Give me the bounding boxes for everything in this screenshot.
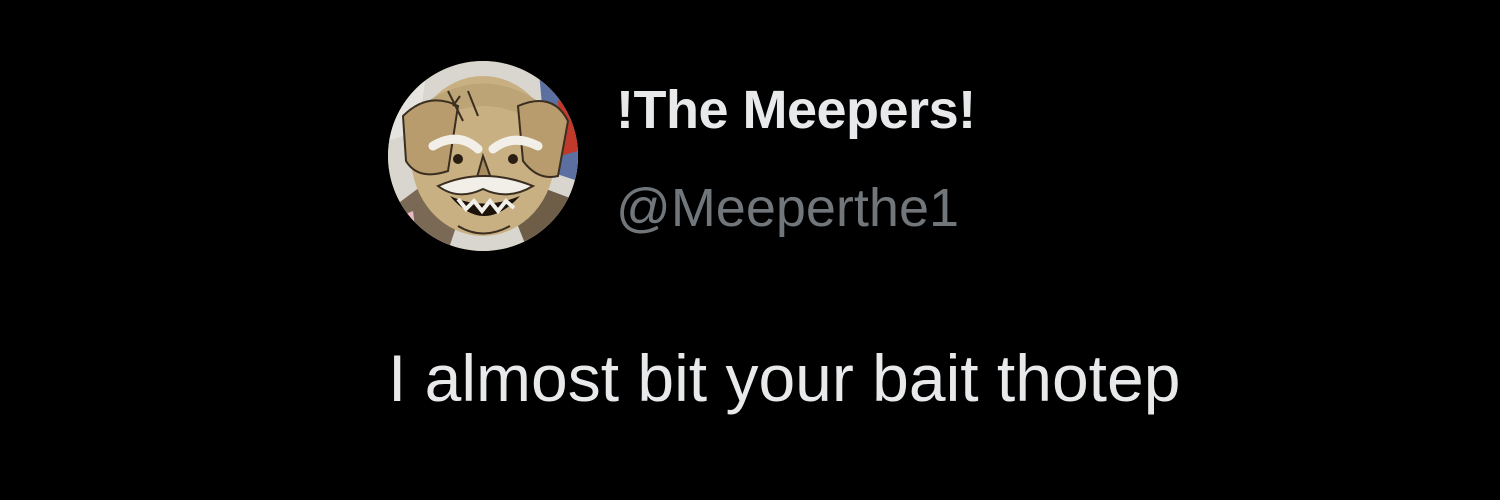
avatar-image bbox=[388, 61, 578, 251]
avatar[interactable] bbox=[388, 61, 578, 251]
tweet-card: !The Meepers! @Meeperthe1 I almost bit y… bbox=[0, 0, 1500, 500]
tweet-text: I almost bit your bait thotep bbox=[388, 341, 1181, 415]
display-name[interactable]: !The Meepers! bbox=[616, 78, 976, 142]
user-handle[interactable]: @Meeperthe1 bbox=[616, 176, 959, 240]
